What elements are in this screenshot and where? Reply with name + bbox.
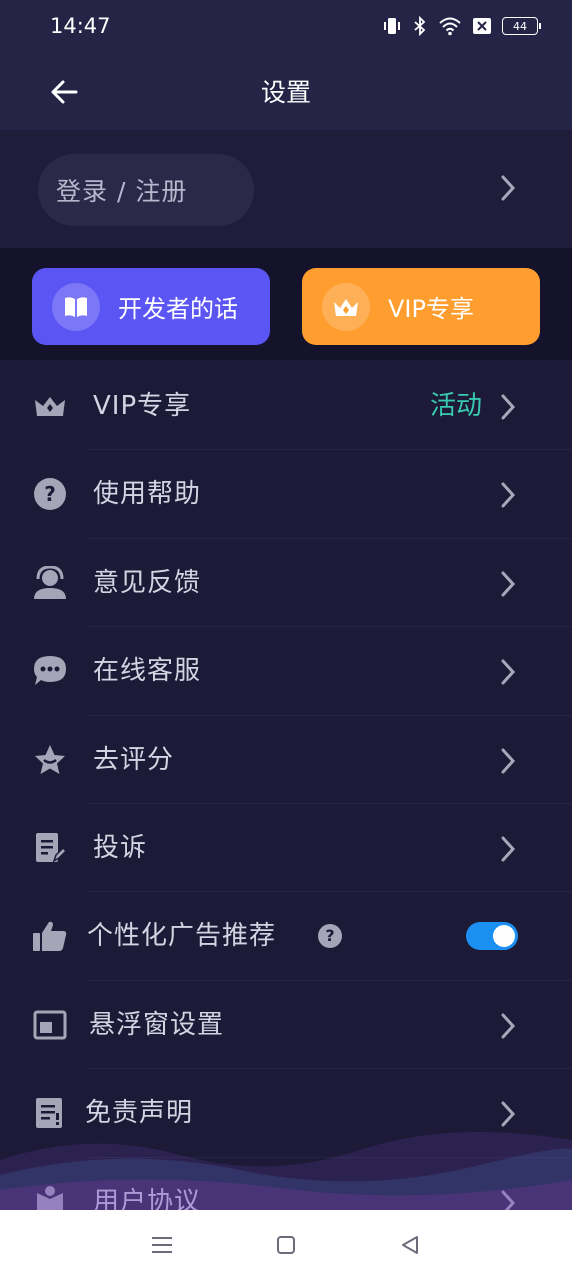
login-register-label: 登录 / 注册: [56, 177, 188, 206]
bluetooth-icon: [414, 16, 426, 36]
thumbs-up-icon: [32, 918, 68, 954]
personalized-ads-toggle[interactable]: [466, 922, 518, 951]
back-triangle-icon[interactable]: [390, 1225, 430, 1265]
back-button[interactable]: [46, 74, 82, 110]
menu-item-personalized-ads: 个性化广告推荐 ?: [0, 892, 572, 981]
system-nav-bar: [0, 1210, 572, 1280]
svg-text:?: ?: [44, 482, 56, 506]
battery-level: 44: [513, 19, 527, 33]
login-register-button[interactable]: 登录 / 注册: [38, 154, 254, 226]
crown-icon: [322, 282, 370, 331]
chevron-right-icon: [501, 748, 516, 774]
notice-icon: [32, 1095, 68, 1131]
menu-label: 悬浮窗设置: [89, 1009, 225, 1040]
vip-exclusive-label: VIP专享: [388, 295, 474, 323]
ad-help-icon[interactable]: ?: [318, 924, 342, 949]
battery-icon: 44: [502, 17, 541, 35]
chevron-right-icon: [501, 482, 516, 508]
arrow-left-icon: [51, 80, 78, 104]
chevron-right-icon: [501, 1101, 516, 1127]
activity-badge: 活动: [429, 391, 482, 421]
status-time: 14:47: [50, 14, 111, 38]
wifi-icon: [439, 17, 461, 36]
chevron-right-icon: [501, 836, 516, 862]
developer-words-button[interactable]: 开发者的话: [32, 268, 270, 345]
settings-menu: VIP专享 活动 ? 使用帮助 意见反馈 在线客服 去评分 投诉 个性化广告推荐…: [0, 362, 572, 1246]
promo-band: 开发者的话 VIP专享: [0, 248, 572, 360]
star-icon: [32, 742, 68, 778]
vip-exclusive-button[interactable]: VIP专享: [302, 268, 540, 345]
developer-words-label: 开发者的话: [118, 295, 238, 323]
menu-label: 免责声明: [85, 1098, 194, 1129]
menu-label: 使用帮助: [93, 479, 202, 510]
chevron-right-icon: [501, 1013, 516, 1039]
menu-label: 投诉: [93, 832, 148, 863]
floating-window-icon: [32, 1007, 68, 1043]
menu-label: 在线客服: [93, 656, 202, 687]
chat-bubble-icon: [32, 653, 68, 689]
home-square-icon[interactable]: [266, 1225, 306, 1265]
menu-label: 意见反馈: [93, 567, 202, 598]
crown-icon: [32, 388, 68, 424]
menu-icon[interactable]: [142, 1225, 182, 1265]
chevron-right-icon: [501, 571, 516, 597]
chevron-right-icon: [501, 659, 516, 685]
menu-item-complaint[interactable]: 投诉: [0, 804, 572, 893]
menu-item-disclaimer[interactable]: 免责声明: [0, 1069, 572, 1158]
page-title: 设置: [260, 78, 311, 107]
status-bar: 14:47 44: [0, 0, 572, 52]
toggle-knob: [493, 925, 515, 948]
chevron-right-icon: [501, 175, 516, 201]
menu-item-vip[interactable]: VIP专享 活动: [0, 362, 572, 451]
headset-icon: [32, 565, 68, 601]
menu-label: 去评分: [93, 744, 175, 775]
menu-label: VIP专享: [93, 391, 192, 421]
title-bar: 设置: [0, 52, 572, 130]
menu-item-online-service[interactable]: 在线客服: [0, 627, 572, 716]
menu-item-floating-window[interactable]: 悬浮窗设置: [0, 981, 572, 1070]
menu-label: 个性化广告推荐: [87, 921, 277, 952]
book-icon: [52, 282, 100, 331]
login-row[interactable]: 登录 / 注册: [0, 130, 572, 248]
document-edit-icon: [32, 830, 68, 866]
status-icons: 44: [382, 16, 541, 36]
sim-off-icon: [473, 18, 491, 34]
menu-item-feedback[interactable]: 意见反馈: [0, 539, 572, 628]
chevron-right-icon: [501, 394, 516, 420]
menu-item-rate[interactable]: 去评分: [0, 716, 572, 804]
question-circle-icon: ?: [32, 476, 68, 512]
vibrate-icon: [384, 18, 400, 34]
menu-item-help[interactable]: ? 使用帮助: [0, 450, 572, 539]
